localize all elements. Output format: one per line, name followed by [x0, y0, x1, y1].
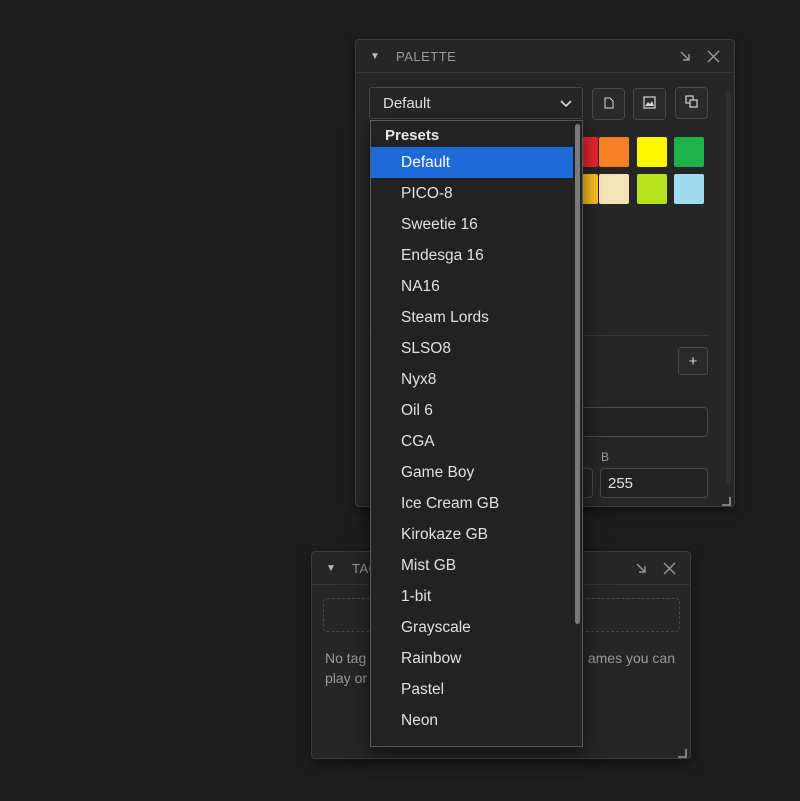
channel-b-value: 255 — [608, 474, 634, 492]
resize-grip-icon[interactable] — [721, 493, 731, 506]
color-swatch[interactable] — [674, 174, 704, 204]
undock-icon[interactable] — [676, 47, 694, 65]
duplicate-icon — [685, 95, 698, 111]
preset-option[interactable]: Default — [371, 147, 573, 178]
preset-select[interactable]: Default — [369, 87, 583, 119]
dropdown-scrollbar[interactable] — [575, 124, 580, 624]
preset-option[interactable]: Oil 6 — [371, 395, 573, 426]
new-palette-button[interactable] — [592, 88, 625, 120]
close-icon[interactable] — [704, 47, 722, 65]
palette-from-image-button[interactable] — [633, 88, 666, 120]
color-swatch[interactable] — [637, 137, 667, 167]
channel-b-label: B — [601, 450, 610, 464]
preset-dropdown: Presets Default PICO-8 Sweetie 16 Endesg… — [370, 120, 583, 747]
document-icon — [604, 97, 614, 112]
preset-option[interactable]: Steam Lords — [371, 302, 573, 333]
dropdown-group-label: Presets — [385, 127, 440, 144]
preset-option[interactable]: 1-bit — [371, 581, 573, 612]
color-swatch[interactable] — [637, 174, 667, 204]
empty-text-part: No tag — [325, 650, 367, 666]
preset-option[interactable]: Neon — [371, 705, 573, 736]
palette-scrollbar[interactable] — [726, 90, 731, 485]
close-icon[interactable] — [660, 559, 678, 577]
preset-option[interactable]: SLSO8 — [371, 333, 573, 364]
color-swatch[interactable] — [599, 137, 629, 167]
preset-option[interactable]: Ice Cream GB — [371, 488, 573, 519]
preset-option[interactable]: Pastel — [371, 674, 573, 705]
chevron-down-icon — [560, 95, 572, 112]
empty-text-part: play or — [325, 670, 368, 686]
preset-option[interactable]: Grayscale — [371, 612, 573, 643]
preset-option[interactable]: Nyx8 — [371, 364, 573, 395]
empty-text-part: ames you can — [587, 650, 675, 666]
resize-grip-icon[interactable] — [677, 745, 687, 758]
preset-option[interactable]: Mist GB — [371, 550, 573, 581]
preset-option[interactable]: Rainbow — [371, 643, 573, 674]
preset-option[interactable]: Kirokaze GB — [371, 519, 573, 550]
collapse-arrow-icon[interactable]: ▼ — [326, 563, 340, 574]
palette-panel-title: PALETTE — [396, 48, 457, 64]
color-swatch[interactable] — [674, 137, 704, 167]
preset-option[interactable]: NA16 — [371, 271, 573, 302]
undock-icon[interactable] — [632, 559, 650, 577]
preset-option[interactable]: Endesga 16 — [371, 240, 573, 271]
preset-option[interactable]: PICO-8 — [371, 178, 573, 209]
image-icon — [643, 96, 656, 112]
channel-b-input[interactable]: 255 — [600, 468, 708, 498]
preset-select-value: Default — [383, 94, 431, 112]
add-color-button[interactable]: + — [678, 347, 708, 375]
preset-option[interactable]: Game Boy — [371, 457, 573, 488]
preset-option[interactable]: CGA — [371, 426, 573, 457]
palette-panel-header[interactable]: ▼ PALETTE — [356, 40, 734, 73]
duplicate-palette-button[interactable] — [675, 87, 708, 119]
collapse-arrow-icon[interactable]: ▼ — [370, 51, 384, 62]
color-swatch[interactable] — [599, 174, 629, 204]
preset-option[interactable]: Sweetie 16 — [371, 209, 573, 240]
